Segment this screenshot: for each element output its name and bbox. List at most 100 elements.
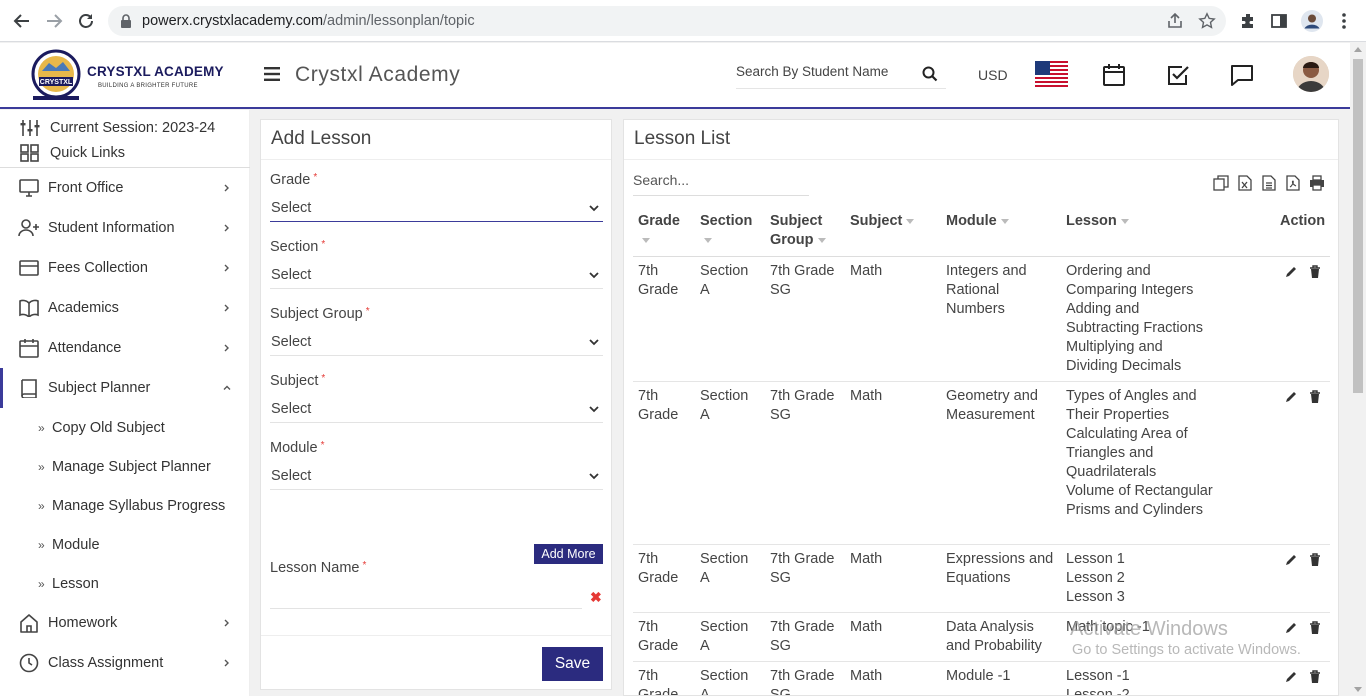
lesson-name-input[interactable] <box>270 583 582 609</box>
copy-icon[interactable] <box>1212 174 1230 192</box>
sidebar-item-subject-planner[interactable]: Subject Planner <box>0 368 250 408</box>
lesson-search-input[interactable] <box>633 172 803 188</box>
sidebar-item-label: Subject Planner <box>48 380 151 396</box>
lesson-entry: Ordering and Comparing Integers <box>1066 263 1194 298</box>
module-select-value: Select <box>271 468 312 484</box>
module-select[interactable]: Select <box>270 463 603 490</box>
side-panel-icon[interactable] <box>1268 10 1290 32</box>
cell-subject-group: 7th Grade SG <box>770 388 835 423</box>
current-session[interactable]: Current Session: 2023-24 <box>20 119 215 137</box>
sort-icon <box>817 237 826 243</box>
add-more-button[interactable]: Add More <box>534 544 603 564</box>
sidebar-item-academics[interactable]: Academics <box>0 288 250 328</box>
edit-pencil-icon[interactable] <box>1284 390 1298 404</box>
back-button[interactable] <box>10 9 34 33</box>
sidebar-item-fees-collection[interactable]: Fees Collection <box>0 248 250 288</box>
sort-icon <box>1000 218 1009 224</box>
delete-trash-icon[interactable] <box>1308 621 1322 635</box>
save-button[interactable]: Save <box>542 647 603 681</box>
lock-icon <box>121 14 131 28</box>
submenu-copy-old-subject[interactable]: » Copy Old Subject <box>0 408 250 447</box>
cell-lesson-list: Ordering and Comparing Integers Adding a… <box>1066 262 1216 376</box>
submenu-module[interactable]: » Module <box>0 525 250 564</box>
edit-pencil-icon[interactable] <box>1284 553 1298 567</box>
submenu-lesson[interactable]: » Lesson <box>0 564 250 603</box>
book-icon <box>18 377 40 399</box>
hamburger-menu-icon[interactable] <box>264 67 280 81</box>
sidebar-item-front-office[interactable]: Front Office <box>0 168 250 208</box>
lesson-entry: Lesson 1 <box>1066 551 1125 567</box>
submenu-manage-subject-planner[interactable]: » Manage Subject Planner <box>0 447 250 486</box>
currency-selector[interactable]: USD <box>978 67 1008 83</box>
column-header-section[interactable]: Section <box>700 212 760 250</box>
sidebar-item-class-assignment[interactable]: Class Assignment <box>0 643 250 683</box>
scroll-thumb[interactable] <box>1353 59 1363 393</box>
subject-select[interactable]: Select <box>270 396 603 423</box>
submenu-manage-syllabus-progress[interactable]: » Manage Syllabus Progress <box>0 486 250 525</box>
share-icon[interactable] <box>1166 12 1184 30</box>
sidebar-item-label: Student Information <box>48 220 175 236</box>
grade-label: Grade * <box>270 172 318 188</box>
us-flag-icon[interactable] <box>1035 61 1068 87</box>
student-search-input[interactable] <box>736 64 901 79</box>
column-header-subject[interactable]: Subject <box>850 212 938 231</box>
required-mark: * <box>321 239 326 250</box>
extensions-icon[interactable] <box>1237 10 1259 32</box>
reload-button[interactable] <box>74 9 98 33</box>
lesson-entry: Types of Angles and Their Properties <box>1066 388 1197 423</box>
bookmark-star-icon[interactable] <box>1198 12 1216 30</box>
delete-trash-icon[interactable] <box>1308 390 1322 404</box>
add-lesson-title: Add Lesson <box>271 128 372 149</box>
grade-select[interactable]: Select <box>270 195 603 222</box>
chat-message-icon[interactable] <box>1230 63 1254 87</box>
chrome-menu-icon[interactable] <box>1333 10 1355 32</box>
cell-lesson-list: Types of Angles and Their Properties Cal… <box>1066 387 1216 520</box>
logo-subtitle: BUILDING A BRIGHTER FUTURE <box>98 83 198 89</box>
sort-icon <box>642 237 650 243</box>
back-arrow-icon <box>13 14 29 28</box>
edit-pencil-icon[interactable] <box>1284 265 1298 279</box>
sidebar-item-attendance[interactable]: Attendance <box>0 328 250 368</box>
academy-logo[interactable]: CRYSTXL CRYSTXL ACADEMY BUILDING A BRIGH… <box>28 49 224 101</box>
csv-icon[interactable] <box>1260 174 1278 192</box>
calendar-icon[interactable] <box>1102 63 1126 87</box>
url-host: powerx.crystxlacademy.com <box>142 13 324 29</box>
calendar-icon <box>18 337 40 359</box>
subject-group-select[interactable]: Select <box>270 329 603 356</box>
scroll-down-arrow[interactable] <box>1354 687 1362 692</box>
column-header-grade[interactable]: Grade <box>638 212 694 250</box>
sidebar-item-student-information[interactable]: Student Information <box>0 208 250 248</box>
chevron-right-icon <box>224 344 229 352</box>
section-select[interactable]: Select <box>270 262 603 289</box>
column-header-subject-group[interactable]: Subject Group <box>770 212 842 250</box>
scroll-up-arrow[interactable] <box>1354 47 1362 52</box>
cell-grade: 7th Grade <box>638 263 679 298</box>
required-mark: * <box>313 172 318 183</box>
edit-pencil-icon[interactable] <box>1284 621 1298 635</box>
profile-avatar-icon[interactable] <box>1301 10 1323 32</box>
pdf-icon[interactable] <box>1284 174 1302 192</box>
sidebar-item-homework[interactable]: Homework <box>0 603 250 643</box>
address-bar[interactable]: powerx.crystxlacademy.com/admin/lessonpl… <box>108 6 1226 36</box>
delete-trash-icon[interactable] <box>1308 265 1322 279</box>
table-header-divider <box>633 256 1330 257</box>
excel-icon[interactable] <box>1236 174 1254 192</box>
column-header-lesson[interactable]: Lesson <box>1066 212 1206 231</box>
column-header-module[interactable]: Module <box>946 212 1056 231</box>
delete-trash-icon[interactable] <box>1308 670 1322 684</box>
page-scrollbar[interactable] <box>1350 43 1366 696</box>
cell-subject: Math <box>850 388 883 404</box>
edit-pencil-icon[interactable] <box>1284 670 1298 684</box>
sidebar-item-label: Attendance <box>48 340 122 356</box>
delete-trash-icon[interactable] <box>1308 553 1322 567</box>
panel-divider <box>261 159 611 160</box>
panel-footer-divider <box>261 635 611 636</box>
forward-button[interactable] <box>42 9 66 33</box>
cell-section: Section A <box>700 263 749 298</box>
user-avatar[interactable] <box>1293 56 1329 92</box>
task-checkbox-icon[interactable] <box>1166 63 1190 87</box>
remove-lesson-icon[interactable]: ✖ <box>590 589 602 606</box>
print-icon[interactable] <box>1308 174 1326 192</box>
quick-links[interactable]: Quick Links <box>20 144 125 162</box>
search-icon[interactable] <box>922 66 938 82</box>
